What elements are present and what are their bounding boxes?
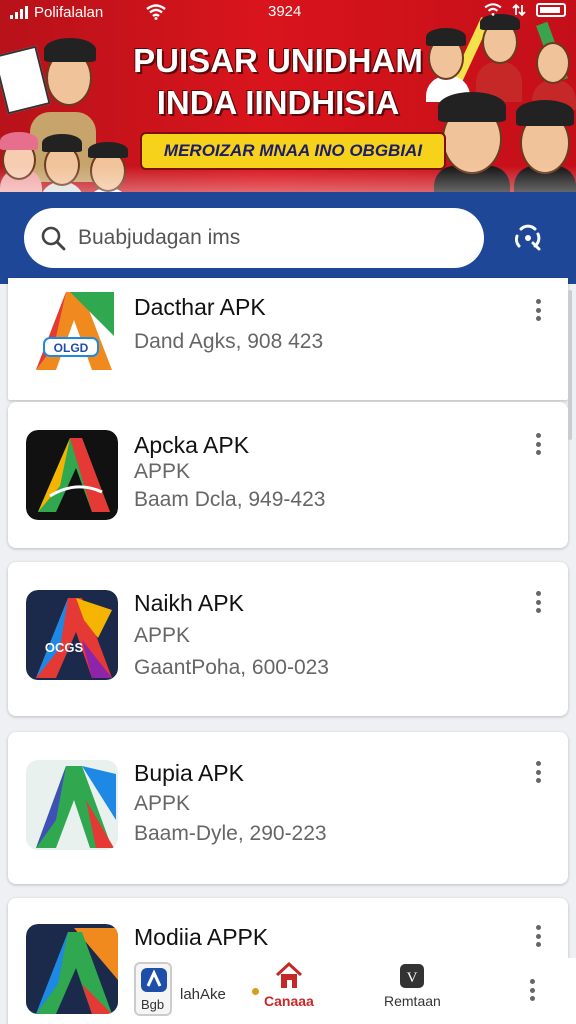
banner-subtitle: MEROIZAR MNAA INO OBGBIAI — [140, 132, 446, 170]
nav-label-home: Canaaa — [264, 993, 314, 1009]
list-item[interactable]: OLGD Dacthar APK Dand Agks, 908 423 — [8, 278, 568, 400]
more-options-icon[interactable] — [528, 296, 548, 324]
nav-item-recent[interactable]: V Remtaan — [384, 962, 441, 1009]
svg-text:V: V — [407, 970, 418, 986]
banner-title: PUISAR UNIDHAM INDA IINDHISIA — [128, 40, 428, 124]
wifi-icon-right — [484, 3, 502, 16]
app-meta: GaantPoha, 600-023 — [134, 656, 329, 679]
app-icon — [26, 924, 118, 1014]
dot-indicator — [252, 988, 259, 995]
scrollbar[interactable] — [568, 290, 572, 440]
home-icon — [275, 962, 302, 988]
banner-title-line1: PUISAR UNIDHAM — [133, 42, 423, 79]
app-name: Bupia APK — [134, 760, 244, 786]
status-time: 3924 — [268, 3, 302, 20]
list-item[interactable]: Apcka APK APPK Baam Dcla, 949-423 — [8, 402, 568, 548]
app-icon: OCGS — [26, 590, 118, 680]
list-item[interactable]: OCGS Naikh APK APPK GaantPoha, 600-023 — [8, 562, 568, 716]
carrier-name: Polifalalan — [34, 3, 104, 21]
apps-icon: Bgb — [134, 962, 172, 1016]
more-options-icon[interactable] — [528, 758, 548, 786]
app-type: APPK — [134, 624, 191, 647]
banner-illustration-left — [0, 22, 135, 192]
more-options-icon[interactable] — [528, 922, 548, 950]
app-meta: Dand Agks, 908 423 — [134, 330, 324, 353]
more-options-icon[interactable] — [528, 588, 548, 616]
nav-label-1[interactable]: lahAke — [180, 986, 226, 1003]
app-icon: OLGD — [26, 286, 118, 376]
more-options-icon[interactable] — [522, 976, 542, 1004]
app-icon — [26, 760, 118, 850]
app-name: Modiia APPK — [134, 924, 269, 950]
scan-icon — [514, 224, 541, 251]
search-icon — [41, 226, 66, 251]
status-bar: Polifalalan 3924 — [0, 0, 576, 24]
scan-button[interactable] — [508, 220, 548, 256]
apps-badge: Bgb — [141, 997, 165, 1012]
app-meta: Baam-Dyle, 290-223 — [134, 822, 327, 845]
app-name: Naikh APK — [134, 590, 244, 616]
wifi-icon — [146, 4, 166, 20]
app-icon-text: OCGS — [45, 640, 84, 655]
app-name: Apcka APK — [134, 432, 250, 458]
battery-icon — [536, 3, 566, 17]
app-type: APPK — [134, 792, 191, 815]
app-type: APPK — [134, 460, 191, 483]
list-item[interactable]: Bupia APK APPK Baam-Dyle, 290-223 — [8, 732, 568, 884]
signal-icon — [10, 5, 28, 19]
more-options-icon[interactable] — [528, 430, 548, 458]
nav-label-recent: Remtaan — [384, 993, 441, 1009]
bottom-navigation: Bgb lahAke Canaaa V Remtaan — [120, 958, 576, 1024]
app-name: Dacthar APK — [134, 294, 266, 320]
search-box[interactable] — [24, 208, 484, 268]
app-meta: Baam Dcla, 949-423 — [134, 488, 326, 511]
banner-title-line2: INDA IINDHISIA — [156, 84, 400, 121]
nav-item-apps[interactable]: Bgb — [134, 962, 172, 1016]
recent-icon: V — [400, 964, 425, 988]
banner-illustration-right — [426, 14, 576, 192]
promo-banner[interactable]: Polifalalan 3924 PUISAR UNIDHAM INDA IIN… — [0, 0, 576, 192]
app-icon — [26, 430, 118, 520]
app-icon-text: OLGD — [54, 341, 89, 355]
search-input[interactable] — [78, 226, 458, 250]
search-bar-container — [0, 192, 576, 284]
nav-item-home[interactable]: Canaaa — [264, 962, 314, 1009]
data-arrows-icon — [512, 3, 526, 17]
